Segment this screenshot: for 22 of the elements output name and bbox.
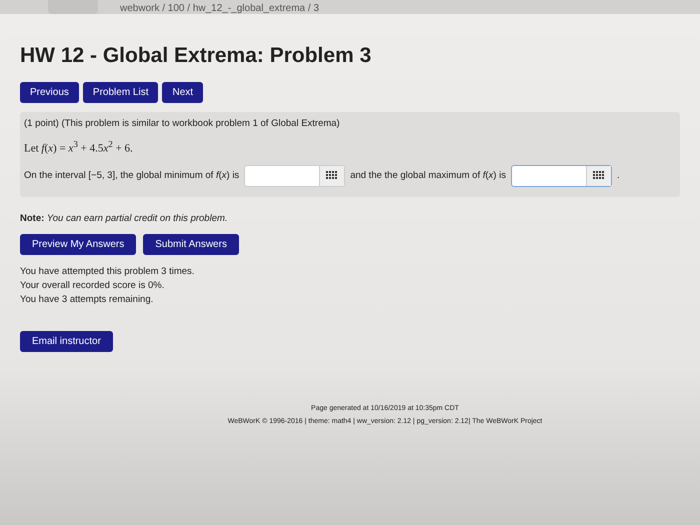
status-message: You have 3 attempts remaining. bbox=[20, 292, 154, 307]
status-message: Your overall recorded score is 0%. bbox=[20, 278, 166, 293]
problem-header: (1 point) (This problem is similar to workbook problem 1 of Global Extrema) bbox=[24, 118, 341, 129]
note-label: Note: bbox=[20, 212, 44, 224]
question-text: On the interval [−5, 3], the global minimum of f(x) is bbox=[24, 170, 240, 182]
function-statement: Let f(x) = x$^{3}$ + 4.5x$^{2}$ + 6. bbox=[24, 139, 134, 155]
note-text: You can earn partial credit on this problem. bbox=[46, 212, 228, 224]
nav-button[interactable]: Problem List bbox=[82, 82, 158, 103]
nav-button[interactable]: Next bbox=[162, 82, 204, 103]
period-text: . bbox=[616, 170, 620, 182]
answer-field[interactable] bbox=[244, 164, 346, 187]
answer-button[interactable]: Submit Answers bbox=[143, 234, 239, 255]
page-title: HW 12 - Global Extrema: Problem 3 bbox=[20, 44, 372, 68]
grid-icon[interactable] bbox=[319, 166, 344, 186]
answer-field[interactable] bbox=[510, 164, 612, 187]
nav-button[interactable]: Previous bbox=[20, 82, 79, 103]
question-text: and the the global maximum of f(x) is bbox=[350, 170, 506, 182]
answer-button[interactable]: Preview My Answers bbox=[20, 234, 136, 255]
breadcrumb: webwork / 100 / hw_12_-_global_extrema / 3 bbox=[120, 4, 320, 14]
grid-icon[interactable] bbox=[586, 166, 611, 186]
status-message: You have attempted this problem 3 times. bbox=[20, 264, 196, 279]
email-instructor-button[interactable]: Email instructor bbox=[20, 330, 113, 352]
